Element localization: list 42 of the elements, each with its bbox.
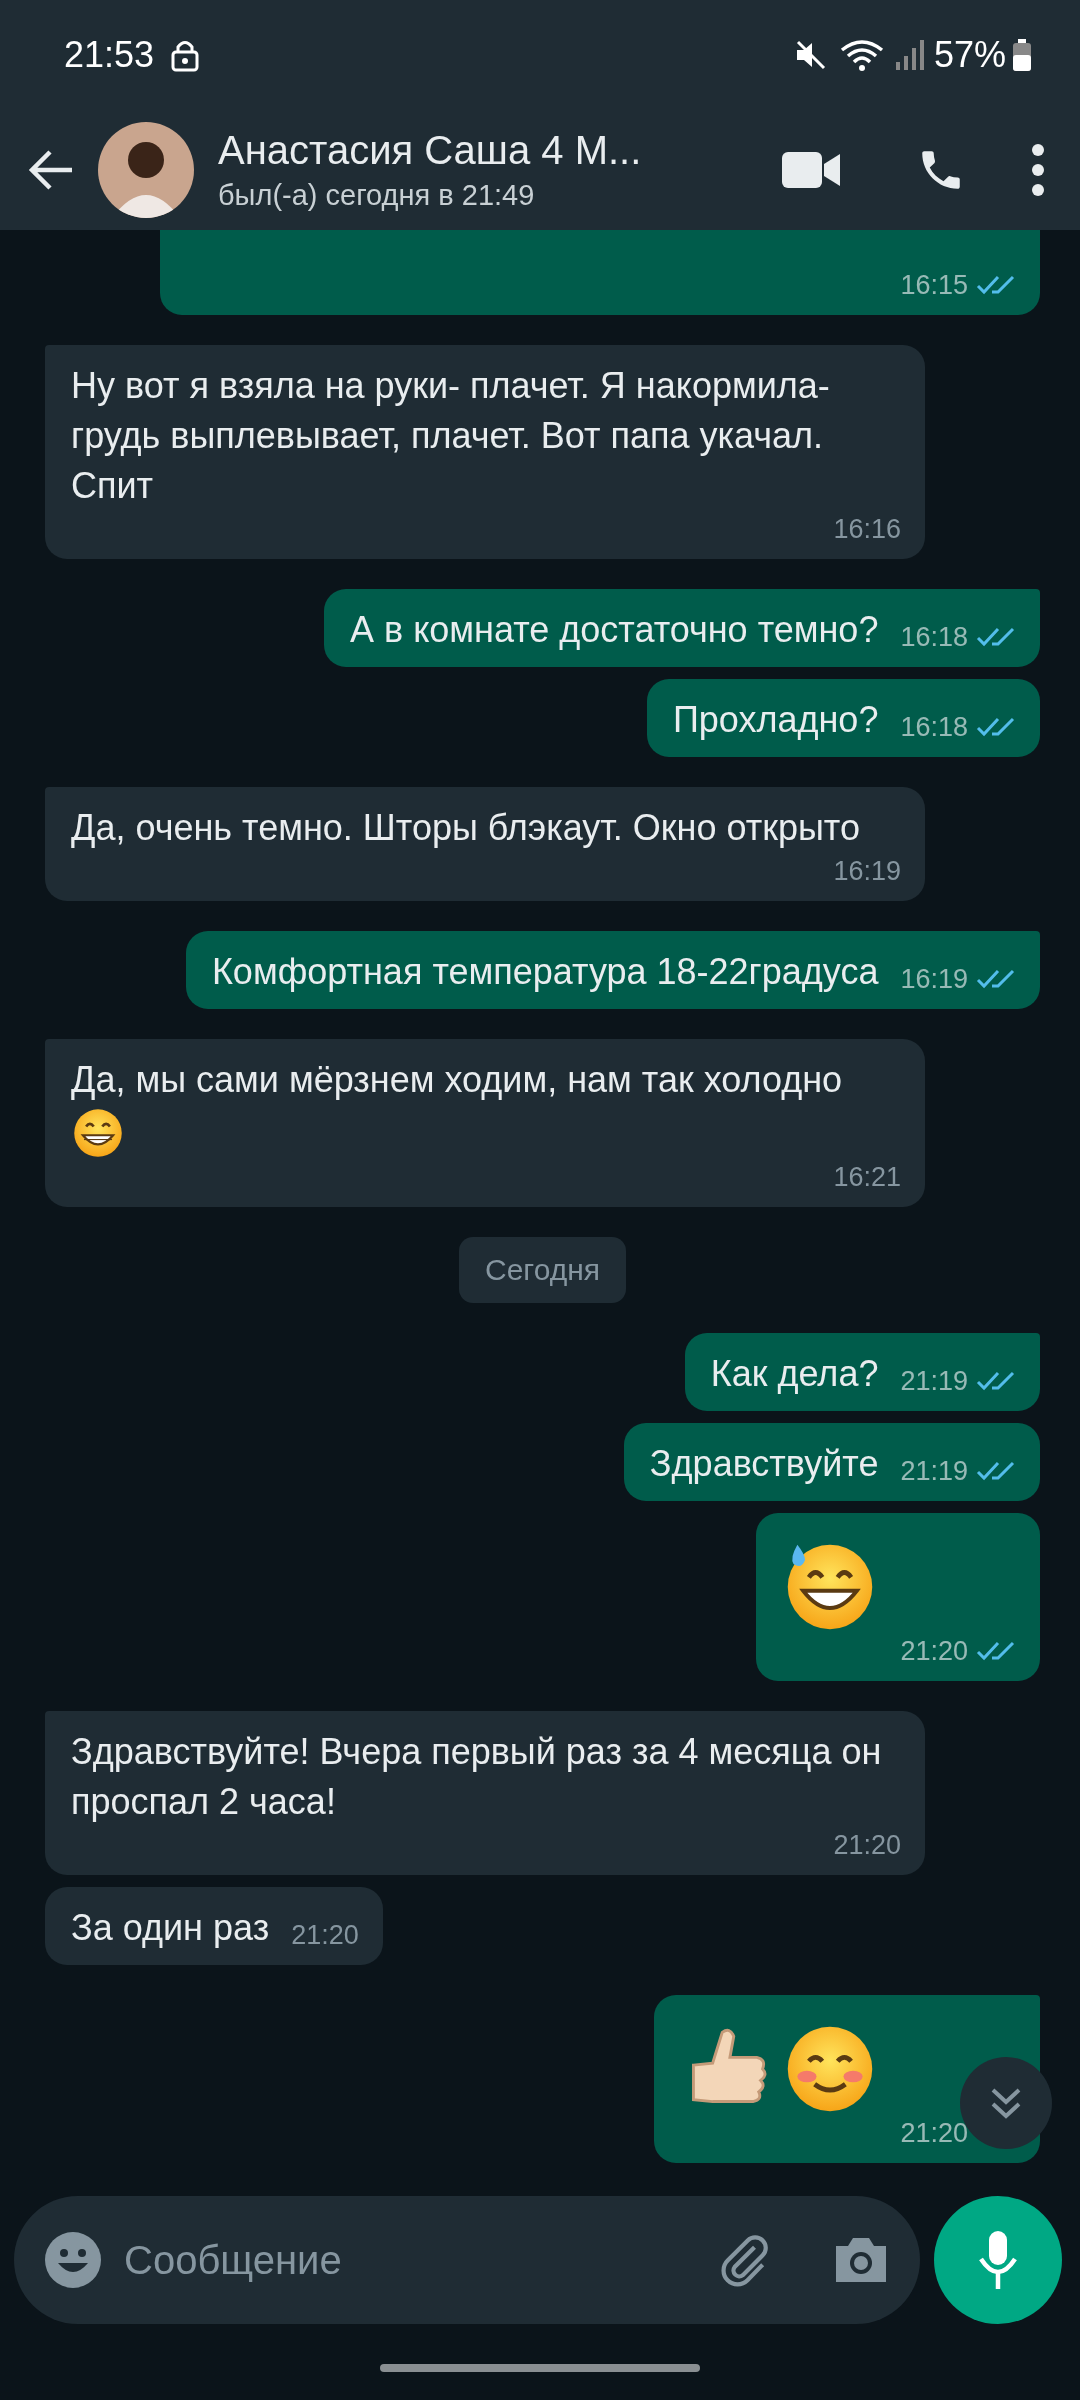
status-time: 21:53 (64, 34, 155, 76)
message-time: 21:20 (291, 1919, 359, 1952)
signal-icon (893, 38, 924, 72)
date-chip: Сегодня (459, 1237, 626, 1303)
video-camera-icon (782, 150, 842, 190)
double-chevron-down-icon (989, 2086, 1023, 2120)
message-time: 16:18 (900, 710, 968, 744)
emoji-icon (44, 2231, 102, 2289)
message-time: 16:16 (833, 512, 901, 546)
read-ticks-icon (976, 1639, 1016, 1663)
read-ticks-icon (976, 1369, 1016, 1393)
message-time: 21:19 (900, 1455, 968, 1488)
message-text: Здравствуйте! Вчера первый раз за 4 месяца он проспал 2 часа! (71, 1731, 882, 1822)
message-text: Прохладно? (672, 698, 879, 740)
battery-percent: 57% (933, 34, 1006, 76)
last-seen: был(-а) сегодня в 21:49 (218, 179, 536, 212)
message-text: Да, очень темно. Шторы блэкаут. Окно открыто (71, 806, 860, 848)
message-time: 16:21 (833, 1161, 901, 1194)
message-time: 21:20 (833, 1829, 901, 1862)
contact-name[interactable]: Анастасия Саша 4 М... (218, 128, 758, 173)
message-time: 16:19 (833, 854, 901, 888)
message-time: 16:18 (900, 620, 968, 654)
message-text: А в комнате достаточно темно? (350, 608, 879, 650)
message-time: 21:20 (900, 1635, 968, 1668)
battery-icon (1012, 38, 1032, 72)
back-arrow-icon (28, 150, 74, 190)
message-text: Здравствуйте (649, 1443, 879, 1484)
message-text: Комфортная температура 18-22градуса (211, 950, 879, 992)
message-text: Ну вот я взяла на руки- плачет. Я накормила-грудь выплевывает, плачет. Вот папа укачал. Спит (71, 364, 830, 506)
message-text: Как дела? (710, 1353, 879, 1394)
lock-icon (170, 38, 201, 72)
message-input[interactable]: Сообщение (122, 2236, 696, 2284)
more-options-icon (1030, 142, 1046, 198)
microphone-icon (978, 2229, 1018, 2291)
message-time: 16:15 (900, 268, 968, 302)
message-text: За один раз (71, 1907, 270, 1948)
home-indicator[interactable] (380, 2363, 700, 2372)
message-time: 16:19 (900, 962, 968, 996)
message-text: Да, мы сами мёрзнем ходим, нам так холодно (71, 1058, 843, 1100)
message-time: 21:20 (900, 2117, 968, 2150)
read-ticks-icon (976, 1459, 1016, 1483)
message-time: 21:19 (900, 1365, 968, 1398)
